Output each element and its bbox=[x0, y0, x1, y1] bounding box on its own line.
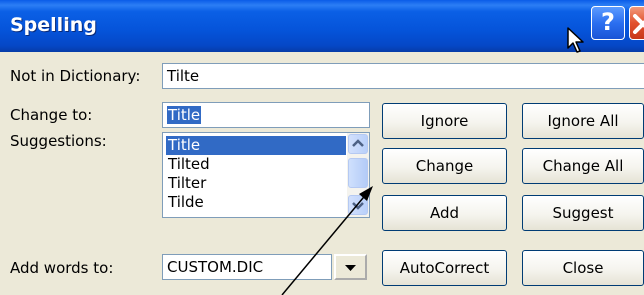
spelling-dialog: Spelling ? Not in Dictionary: Tilte Chan… bbox=[0, 0, 644, 295]
annotation-arrow-icon bbox=[281, 186, 373, 295]
